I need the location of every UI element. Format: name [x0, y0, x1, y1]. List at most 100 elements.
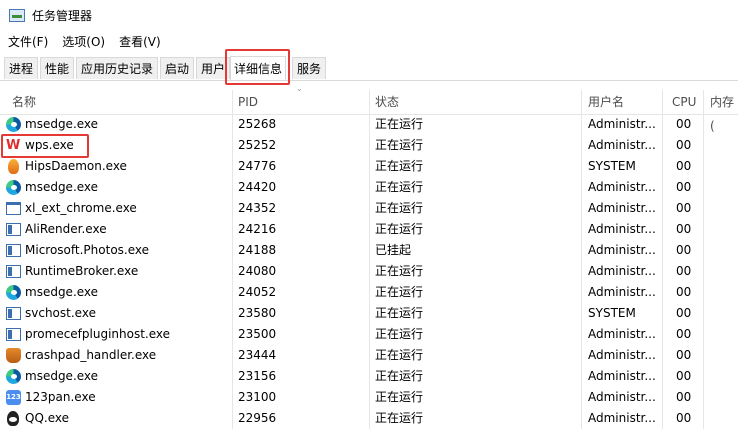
cell-pid: 23500: [238, 327, 277, 341]
menu-options[interactable]: 选项(O): [62, 33, 105, 50]
cell-pid: 23100: [238, 390, 277, 404]
details-tab-highlight: [225, 49, 290, 85]
edge-icon: [6, 369, 21, 384]
cell-status: 正在运行: [375, 411, 424, 425]
cell-pid: 23156: [238, 369, 277, 383]
tab-startup[interactable]: 启动: [160, 57, 194, 79]
cell-name: AliRender.exe: [25, 222, 107, 236]
col-status[interactable]: 状态: [371, 90, 581, 114]
cell-pid: 24216: [238, 222, 277, 236]
cell-username: Administr...: [588, 369, 656, 383]
cell-cpu: 00: [676, 306, 692, 320]
table-row[interactable]: promecefpluginhost.exe 23500 正在运行 Administr…: [0, 324, 738, 345]
cell-username: Administr...: [588, 138, 656, 152]
cell-name: msedge.exe: [25, 285, 99, 299]
app-window-icon: [6, 223, 21, 236]
cell-username: Administr...: [588, 390, 656, 404]
cell-status: 正在运行: [375, 285, 424, 299]
crashpad-icon: [6, 348, 21, 363]
table-row[interactable]: msedge.exe 25268 正在运行 Administr... 00: [0, 114, 738, 135]
cell-cpu: 00: [676, 180, 692, 194]
cell-pid: 24188: [238, 243, 277, 257]
cell-name: HipsDaemon.exe: [25, 159, 127, 173]
cell-pid: 23444: [238, 348, 277, 362]
cell-status: 正在运行: [375, 201, 424, 215]
col-username[interactable]: 用户名: [584, 90, 662, 114]
cell-username: Administr...: [588, 222, 656, 236]
window-title: 任务管理器: [32, 8, 93, 23]
table-row[interactable]: msedge.exe 24052 正在运行 Administr... 00: [0, 282, 738, 303]
flame-icon: [8, 159, 19, 174]
cell-status: 正在运行: [375, 222, 424, 236]
cell-pid: 25252: [238, 138, 277, 152]
cell-cpu: 00: [676, 243, 692, 257]
tab-app-history[interactable]: 应用历史记录: [76, 57, 158, 79]
menu-bar: 文件(F) 选项(O) 查看(V): [0, 31, 738, 51]
cell-status: 正在运行: [375, 390, 424, 404]
window-icon: [6, 202, 21, 215]
title-bar: 任务管理器: [0, 0, 738, 30]
cell-status: 正在运行: [375, 306, 424, 320]
cell-name: msedge.exe: [25, 180, 99, 194]
table-row[interactable]: msedge.exe 24420 正在运行 Administr... 00: [0, 177, 738, 198]
cell-pid: 22956: [238, 411, 277, 425]
cell-cpu: 00: [676, 327, 692, 341]
table-row[interactable]: HipsDaemon.exe 24776 正在运行 SYSTEM 00: [0, 156, 738, 177]
cell-username: SYSTEM: [588, 306, 636, 320]
tab-bar: 进程 性能 应用历史记录 启动 用户 详细信息 服务: [0, 55, 738, 81]
cell-username: Administr...: [588, 117, 656, 131]
edge-icon: [6, 117, 21, 132]
table-row[interactable]: xl_ext_chrome.exe 24352 正在运行 Administr... 00: [0, 198, 738, 219]
qq-icon: [7, 411, 19, 426]
cell-cpu: 00: [676, 264, 692, 278]
table-row[interactable]: msedge.exe 23156 正在运行 Administr... 00: [0, 366, 738, 387]
col-memory[interactable]: 内存(: [706, 90, 738, 133]
tab-performance[interactable]: 性能: [40, 57, 74, 79]
cell-cpu: 00: [676, 369, 692, 383]
menu-file[interactable]: 文件(F): [8, 33, 48, 50]
table-row[interactable]: AliRender.exe 24216 正在运行 Administr... 00: [0, 219, 738, 240]
cell-username: Administr...: [588, 243, 656, 257]
app-window-icon: [6, 307, 21, 320]
edge-icon: [6, 285, 21, 300]
table-row[interactable]: QQ.exe 22956 正在运行 Administr... 00: [0, 408, 738, 429]
cell-name: svchost.exe: [25, 306, 96, 320]
col-pid[interactable]: PID: [234, 90, 369, 114]
cell-status: 正在运行: [375, 138, 424, 152]
cell-pid: 24420: [238, 180, 277, 194]
cell-name: QQ.exe: [25, 411, 69, 425]
menu-view[interactable]: 查看(V): [119, 33, 161, 50]
col-name[interactable]: 名称: [8, 90, 233, 114]
cell-pid: 25268: [238, 117, 277, 131]
table-row[interactable]: Microsoft.Photos.exe 24188 已挂起 Administr...…: [0, 240, 738, 261]
cell-cpu: 00: [676, 390, 692, 404]
cell-name: RuntimeBroker.exe: [25, 264, 139, 278]
cell-username: Administr...: [588, 327, 656, 341]
cell-cpu: 00: [676, 222, 692, 236]
cell-status: 已挂起: [375, 243, 412, 257]
tab-processes[interactable]: 进程: [4, 57, 38, 79]
cell-cpu: 00: [676, 117, 692, 131]
cell-username: Administr...: [588, 348, 656, 362]
app-window-icon: [6, 265, 21, 278]
cell-name: msedge.exe: [25, 117, 99, 131]
table-row[interactable]: Wwps.exe 25252 正在运行 Administr... 00: [0, 135, 738, 156]
table-row[interactable]: svchost.exe 23580 正在运行 SYSTEM 00: [0, 303, 738, 324]
cell-cpu: 00: [676, 285, 692, 299]
cell-username: Administr...: [588, 264, 656, 278]
task-manager-icon: [9, 8, 25, 22]
cell-pid: 23580: [238, 306, 277, 320]
wps-row-highlight: [1, 134, 89, 158]
cell-username: Administr...: [588, 411, 656, 425]
table-row[interactable]: RuntimeBroker.exe 24080 正在运行 Administr... 00: [0, 261, 738, 282]
cell-status: 正在运行: [375, 348, 424, 362]
table-row[interactable]: 123 123pan.exe 23100 正在运行 Administr... 00: [0, 387, 738, 408]
tab-services[interactable]: 服务: [292, 57, 326, 79]
cell-status: 正在运行: [375, 264, 424, 278]
cell-cpu: 00: [676, 348, 692, 362]
table-row[interactable]: crashpad_handler.exe 23444 正在运行 Administr..…: [0, 345, 738, 366]
col-cpu[interactable]: CPU: [668, 90, 706, 114]
cell-username: SYSTEM: [588, 159, 636, 173]
cell-name: 123pan.exe: [25, 390, 96, 404]
pan-icon: 123: [6, 390, 21, 405]
